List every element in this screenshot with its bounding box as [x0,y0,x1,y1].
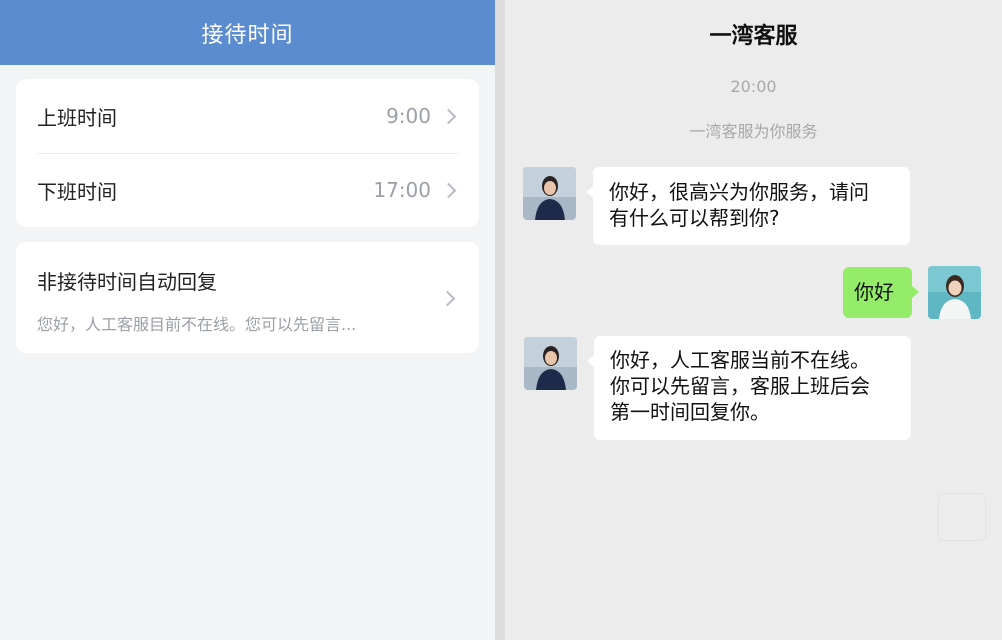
chat-timestamp: 20:00 [730,77,777,96]
chat-preview-panel: 一湾客服 20:00 一湾客服为你服务 你好，很高兴为你服务，请问 有什么可以帮… [505,0,1002,640]
agent-avatar-image [524,337,577,390]
start-time-value: 9:00 [386,104,431,128]
end-time-value: 17:00 [373,178,431,202]
chat-bubble-user: 你好 [843,267,919,318]
chat-title: 一湾客服 [709,24,798,49]
start-time-label: 上班时间 [37,105,117,130]
agent-avatar-image [523,167,576,220]
agent-avatar[interactable] [523,167,576,220]
panel-splitter[interactable] [495,0,505,640]
message-line: 你可以先留言，客服上班后会 [610,374,870,398]
message-line: 有什么可以帮到你? [609,206,780,230]
agent-avatar[interactable] [524,337,577,390]
working-hours-card: 上班时间 9:00 下班时间 17:00 [16,79,479,227]
app-root: 接待时间 上班时间 9:00 下班时间 17:00 非接待时间自动回复 您好，人… [0,0,1002,640]
message-line: 第一时间回复你。 [610,400,770,424]
end-time-label: 下班时间 [37,179,117,204]
end-time-row[interactable]: 下班时间 17:00 [16,153,479,227]
panel-title: 接待时间 [201,22,294,48]
user-avatar-image [928,266,981,319]
chevron-right-icon [440,182,457,198]
auto-reply-card: 非接待时间自动回复 您好，人工客服目前不在线。您可以先留言... [16,242,479,353]
auto-reply-preview: 您好，人工客服目前不在线。您可以先留言... [37,315,357,334]
floating-action-box[interactable] [938,493,986,541]
chevron-right-icon [440,108,457,124]
chat-bubble-agent: 你好，人工客服当前不在线。 你可以先留言，客服上班后会 第一时间回复你。 [587,336,911,440]
user-avatar[interactable] [928,266,981,319]
chat-bubble-agent: 你好，很高兴为你服务，请问 有什么可以帮到你? [586,167,910,245]
panel-header: 接待时间 [0,0,495,65]
auto-reply-row[interactable]: 非接待时间自动回复 您好，人工客服目前不在线。您可以先留言... [16,242,479,353]
start-time-row[interactable]: 上班时间 9:00 [16,79,479,153]
chat-service-notice: 一湾客服为你服务 [689,122,818,141]
reception-settings-panel: 接待时间 上班时间 9:00 下班时间 17:00 非接待时间自动回复 您好，人… [0,0,495,640]
message-line: 你好 [854,280,894,304]
message-line: 你好，很高兴为你服务，请问 [609,180,869,204]
message-line: 你好，人工客服当前不在线。 [610,348,870,372]
auto-reply-title: 非接待时间自动回复 [37,270,217,294]
